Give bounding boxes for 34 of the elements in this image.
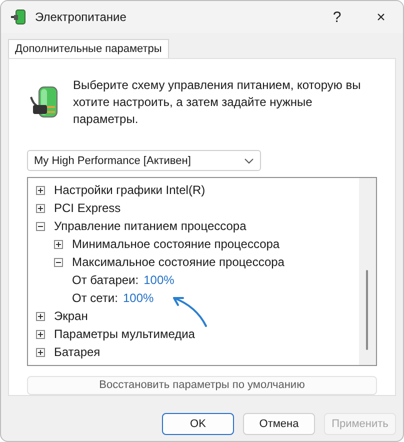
expand-icon[interactable]: [36, 330, 45, 339]
expand-icon[interactable]: [36, 348, 45, 357]
setting-value[interactable]: 100%: [144, 273, 174, 288]
scroll-thumb[interactable]: [366, 270, 368, 350]
setting-label: От сети:: [72, 291, 118, 306]
expand-icon[interactable]: [36, 204, 45, 213]
tree-item[interactable]: PCI Express: [54, 201, 121, 216]
tree-item[interactable]: Экран: [54, 309, 88, 324]
tab[interactable]: Дополнительные параметры: [8, 39, 169, 58]
dialog-button[interactable]: OK: [162, 413, 234, 435]
caret-icon: [244, 158, 254, 164]
window-title: Электропитание: [35, 10, 128, 24]
dropdown-value: My High Performance [Активен]: [34, 154, 191, 167]
description: Выберите схему управления питанием, которую вы хотите настроить, а затем задайте нужные параметры.: [73, 77, 362, 128]
tree-item[interactable]: Настройки графики Intel(R): [54, 183, 206, 198]
tree-item[interactable]: Максимальное состояние процессора: [72, 255, 284, 270]
dialog-button[interactable]: Отмена: [243, 413, 315, 435]
collapse-icon[interactable]: [54, 258, 63, 267]
collapse-icon[interactable]: [36, 222, 45, 231]
tree-item[interactable]: Батарея: [54, 345, 100, 360]
tree-item[interactable]: Управление питанием процессора: [54, 219, 246, 234]
restore-defaults-button[interactable]: Восстановить параметры по умолчанию: [27, 376, 377, 396]
expand-icon[interactable]: [54, 240, 63, 249]
tree-item[interactable]: Параметры мультимедиа: [54, 327, 195, 342]
close-button[interactable]: ×: [359, 1, 403, 33]
setting-label: От батареи:: [72, 273, 139, 288]
battery-plug-icon: [10, 8, 28, 26]
tree-item[interactable]: Минимальное состояние процессора: [72, 237, 280, 252]
scrollbar[interactable]: [359, 178, 376, 364]
plan-dropdown[interactable]: My High Performance [Активен]: [27, 150, 261, 172]
expand-icon[interactable]: [36, 312, 45, 321]
expand-icon[interactable]: [36, 186, 45, 195]
setting-value[interactable]: 100%: [122, 291, 154, 306]
help-button[interactable]: ?: [315, 1, 359, 33]
